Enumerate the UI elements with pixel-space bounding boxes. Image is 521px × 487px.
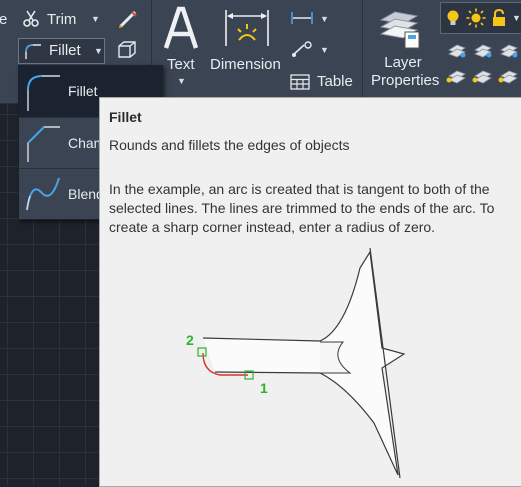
chamfer-icon — [27, 126, 60, 162]
erase-icon[interactable] — [117, 8, 139, 30]
trim-label: Trim — [47, 11, 77, 28]
linear-dim-icon[interactable] — [290, 10, 314, 26]
layer-properties-label: Layer Properties — [371, 54, 440, 89]
cut-off-label: e — [0, 11, 8, 28]
layer-state-dropdown-icon[interactable]: ▼ — [512, 13, 521, 23]
fillet-tooltip: Fillet Rounds and fillets the edges of o… — [99, 97, 521, 487]
layer-properties-icon — [379, 11, 420, 49]
dimension-icon — [225, 10, 269, 46]
blend-curves-icon — [26, 177, 60, 211]
dimension-button[interactable]: Dimension — [209, 4, 285, 74]
marker-label-2: 2 — [186, 332, 194, 348]
text-label: Text — [167, 56, 195, 73]
box-3d-icon[interactable] — [116, 40, 138, 60]
lock-icon — [493, 9, 505, 26]
table-button[interactable]: Table — [289, 71, 355, 93]
fillet-split-button[interactable]: Fillet ▼ — [18, 38, 105, 64]
tooltip-subtitle: Rounds and fillets the edges of objects — [109, 137, 350, 153]
tooltip-description: In the example, an arc is created that i… — [109, 181, 495, 235]
linear-dim-dropdown-icon[interactable]: ▼ — [320, 14, 329, 24]
trim-button[interactable]: Trim — [19, 8, 89, 30]
lightbulb-icon — [447, 10, 459, 25]
sun-icon — [466, 8, 486, 28]
pick-box-2-icon — [197, 347, 207, 357]
text-dropdown-icon[interactable]: ▼ — [177, 76, 186, 86]
fillet-icon — [27, 75, 60, 111]
fillet-label: Fillet — [49, 42, 81, 59]
fillet-dropdown-icon[interactable]: ▼ — [94, 46, 103, 56]
leader-dropdown-icon[interactable]: ▼ — [320, 45, 329, 55]
fillet-icon — [25, 44, 41, 59]
table-label: Table — [317, 73, 353, 90]
layer-state-row[interactable]: ▼ — [440, 2, 521, 34]
layer-tool-icon[interactable] — [443, 40, 521, 94]
scissors-icon — [23, 10, 39, 27]
flyout-item-label: Fillet — [68, 83, 98, 99]
fillet-example-diagram — [197, 247, 406, 479]
dimension-label: Dimension — [210, 56, 281, 73]
text-button[interactable]: Text ▼ — [158, 4, 204, 86]
table-icon — [290, 74, 310, 90]
panel-divider — [362, 0, 363, 103]
leader-icon[interactable] — [290, 40, 314, 58]
tooltip-title: Fillet — [109, 109, 142, 125]
trim-dropdown-icon[interactable]: ▼ — [91, 14, 100, 24]
marker-label-1: 1 — [260, 380, 268, 396]
layer-properties-button[interactable]: Layer Properties — [365, 4, 440, 96]
text-a-icon — [163, 6, 199, 49]
